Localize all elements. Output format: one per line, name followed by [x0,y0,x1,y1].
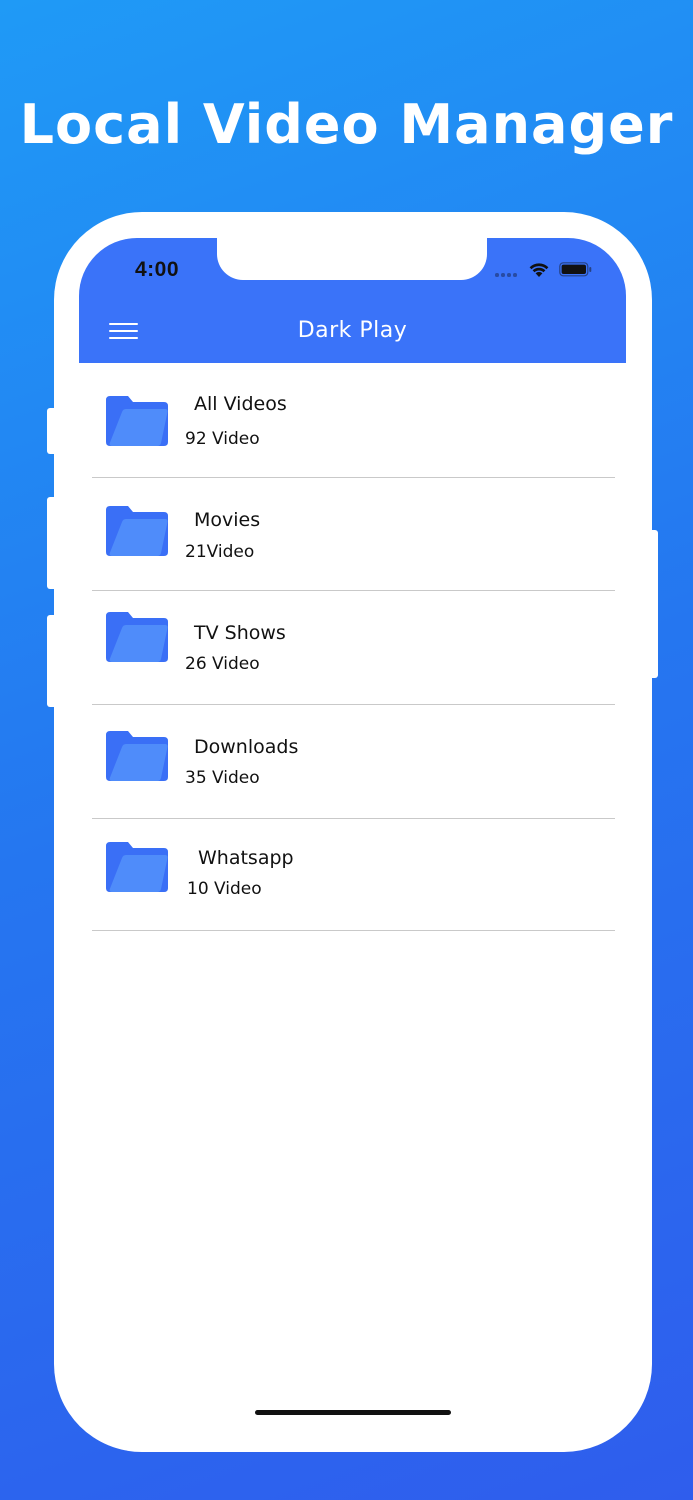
wifi-icon [529,263,549,277]
folder-name: Downloads [194,736,299,758]
folder-row-movies[interactable]: Movies 21Video [79,478,626,591]
promo-headline: Local Video Manager [19,93,674,156]
folder-video-count: 21Video [185,542,255,562]
folder-row-whatsapp[interactable]: Whatsapp 10 Video [79,819,626,931]
signal-dots-icon [495,273,521,277]
folder-video-count: 26 Video [185,654,260,674]
folder-row-downloads[interactable]: Downloads 35 Video [79,705,626,819]
folder-icon [106,612,168,662]
home-indicator[interactable] [255,1410,451,1415]
phone-screen: 4:00 Dark Play All Videos 92 Video Movie… [79,238,626,1428]
folder-name: Movies [194,509,261,531]
folder-icon [106,731,168,781]
folder-row-all-videos[interactable]: All Videos 92 Video [79,363,626,478]
folder-video-count: 92 Video [185,429,260,449]
folder-name: All Videos [194,393,287,415]
folder-video-count: 10 Video [187,879,262,899]
folder-icon [106,842,168,892]
folder-row-tv-shows[interactable]: TV Shows 26 Video [79,591,626,705]
battery-icon [559,262,592,277]
folder-name: Whatsapp [198,847,294,869]
status-icons [495,260,595,280]
folder-video-count: 35 Video [185,768,260,788]
row-divider [92,930,615,931]
folder-name: TV Shows [194,622,286,644]
status-time: 4:00 [135,258,180,281]
folder-icon [106,396,168,446]
app-title: Dark Play [297,318,408,343]
phone-notch [217,238,487,280]
app-header: 4:00 Dark Play [79,238,626,363]
folder-icon [106,506,168,556]
